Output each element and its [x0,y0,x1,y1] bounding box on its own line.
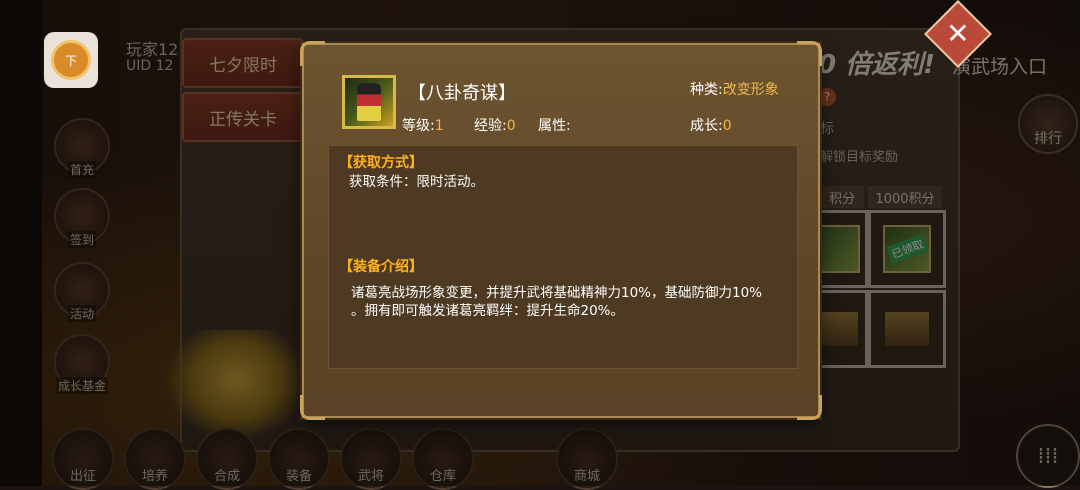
level-label: 等级: [402,118,435,134]
item-type: 种类:改变形象 [690,79,779,99]
exp-value: 0 [506,118,516,134]
level-stat: 等级:1 [402,115,444,135]
item-title: 【八卦奇谋】 [408,83,516,104]
equipment-intro-text: 诸葛亮战场形象变更，并提升武将基础精神力10%，基础防御力10% 。拥有即可触发… [351,284,797,320]
item-detail-modal: 【八卦奇谋】 种类:改变形象 等级:1 经验:0 属性: 成长:0 【获取方式】… [300,41,822,420]
type-value: 改变形象 [722,82,779,98]
equipment-intro-line: 。拥有即可触发诸葛亮羁绊：提升生命20%。 [351,303,625,319]
screen-edge-strip [0,0,42,486]
zhuge-liang-figure-icon [357,83,381,121]
corner-ornament [300,395,325,420]
item-description-box: 【获取方式】 获取条件：限时活动。 【装备介绍】 诸葛亮战场形象变更，并提升武将… [328,145,798,369]
growth-label: 成长: [690,118,723,134]
attribute-label: 属性: [538,118,571,134]
close-icon: ✕ [946,17,970,50]
exp-stat: 经验:0 [474,115,516,135]
item-portrait-icon [342,75,396,129]
equipment-intro-heading: 【装备介绍】 [339,259,423,275]
corner-ornament [797,41,822,66]
type-label: 种类: [690,82,723,98]
attribute-stat: 属性: [538,115,571,135]
growth-stat: 成长:0 [690,115,732,135]
corner-ornament [300,41,325,66]
avatar: 下 [51,40,91,80]
corner-ornament [797,395,822,420]
acquire-method-heading: 【获取方式】 [339,155,423,171]
player-avatar-button[interactable]: 下 [44,32,98,88]
acquire-method-text: 获取条件：限时活动。 [349,174,484,190]
exp-label: 经验: [474,118,507,134]
equipment-intro-line: 诸葛亮战场形象变更，并提升武将基础精神力10%，基础防御力10% [351,285,763,301]
growth-value: 0 [722,118,732,134]
level-value: 1 [434,118,444,134]
